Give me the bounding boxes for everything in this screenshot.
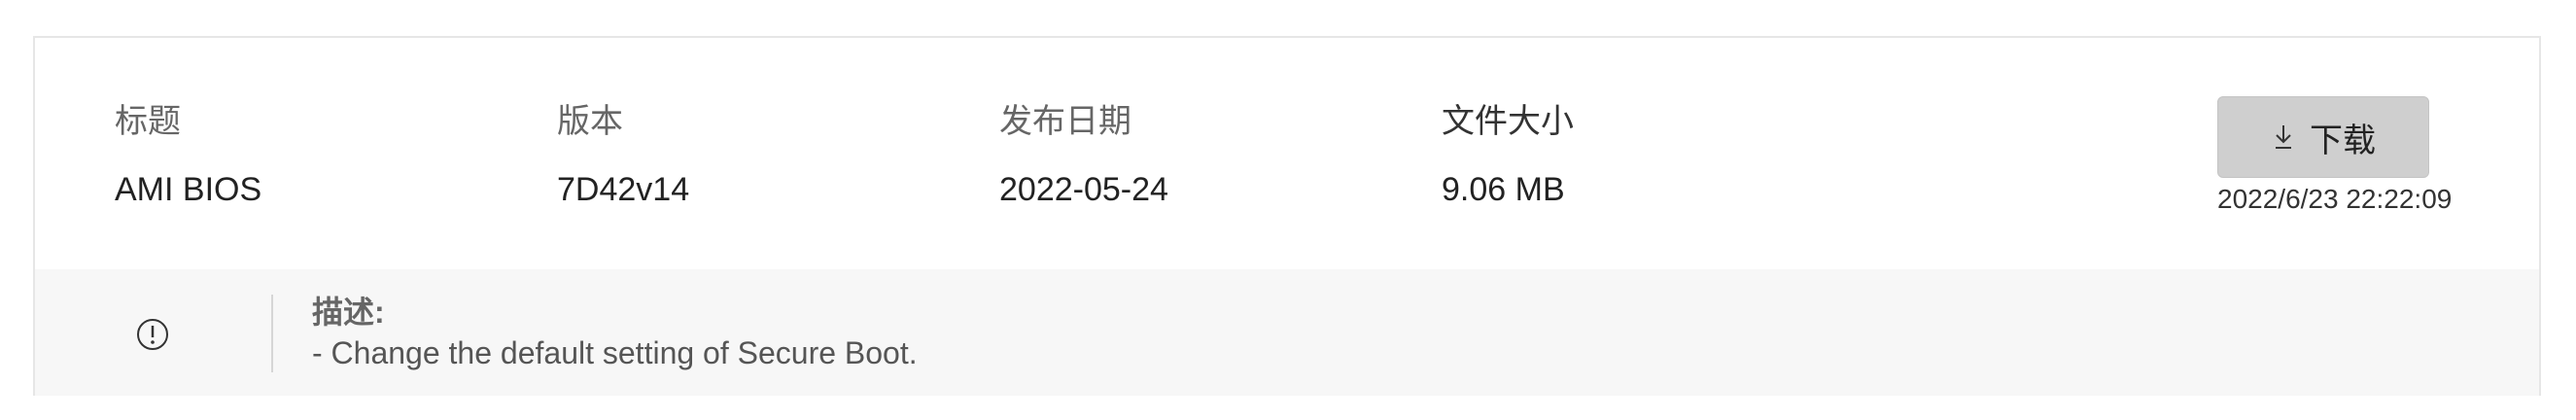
description-heading: 描述: [312, 295, 385, 330]
description-text: - Change the default setting of Secure B… [312, 335, 918, 370]
download-button[interactable]: 下载 [2217, 96, 2429, 178]
title-value: AMI BIOS [115, 171, 262, 208]
download-button-label: 下载 [2310, 122, 2376, 159]
info-circle-icon [137, 319, 168, 350]
download-timestamp: 2022/6/23 22:22:09 [2217, 184, 2453, 214]
download-arrow-icon [2276, 125, 2291, 149]
file-size-label: 文件大小 [1442, 103, 1574, 140]
title-column: 标题 AMI BIOS [115, 100, 261, 211]
file-size-value: 9.06 MB [1442, 171, 1565, 208]
file-size-column: 文件大小 9.06 MB [1442, 100, 1574, 211]
release-date-value: 2022-05-24 [999, 171, 1168, 208]
description-divider [271, 295, 273, 372]
firmware-card: 标题 AMI BIOS 版本 7D42v14 发布日期 2022-05-24 文… [33, 36, 2541, 396]
title-label: 标题 [115, 103, 181, 140]
release-date-column: 发布日期 2022-05-24 [999, 100, 1168, 211]
firmware-summary: 标题 AMI BIOS 版本 7D42v14 发布日期 2022-05-24 文… [35, 38, 2539, 269]
description-section: 描述: - Change the default setting of Secu… [35, 269, 2539, 396]
release-date-label: 发布日期 [999, 103, 1131, 140]
version-column: 版本 7D42v14 [557, 100, 689, 211]
version-label: 版本 [557, 103, 623, 140]
version-value: 7D42v14 [557, 171, 690, 208]
